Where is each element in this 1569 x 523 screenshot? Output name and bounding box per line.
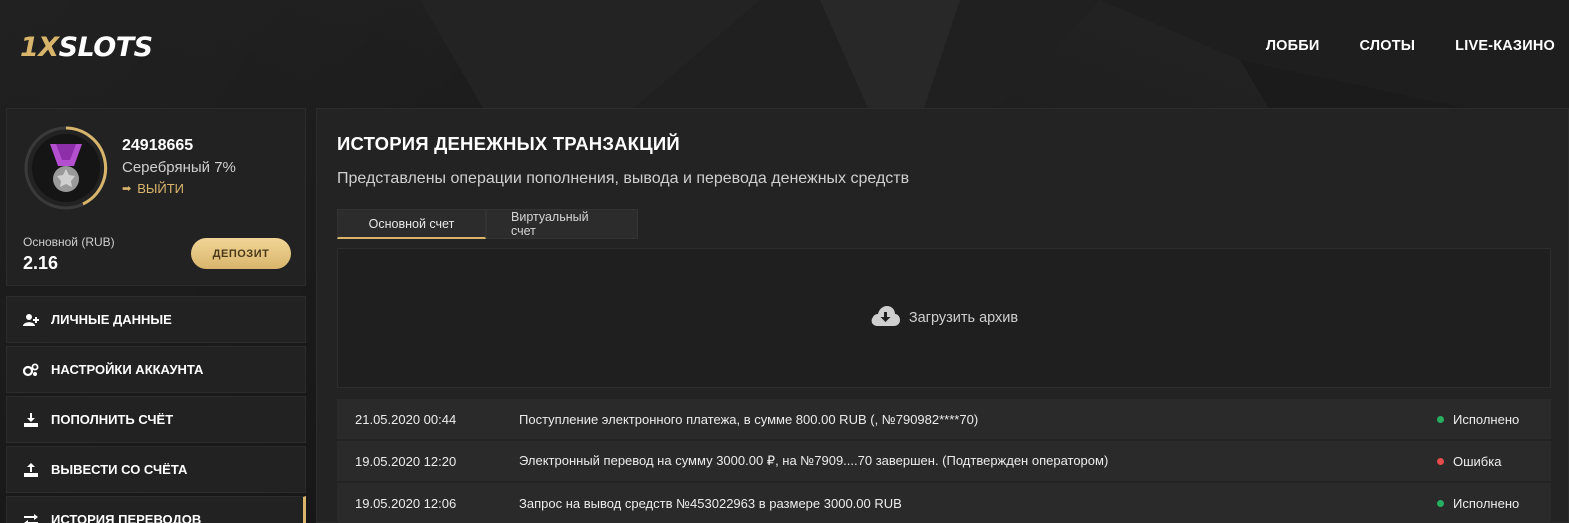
account-balance: 2.16 — [23, 253, 59, 273]
user-id: 24918665 — [122, 137, 194, 154]
sidebar-item-personal-data[interactable]: ЛИЧНЫЕ ДАННЫЕ — [6, 296, 306, 343]
account-tabs: Основной счет Виртуальный счет — [337, 209, 638, 239]
status-badge: Ошибка — [1437, 454, 1501, 469]
gears-icon — [23, 362, 39, 378]
nav-slots[interactable]: СЛОТЫ — [1360, 38, 1416, 54]
sidebar-item-label: ЛИЧНЫЕ ДАННЫЕ — [51, 312, 172, 327]
logo-part-1x: 1X — [20, 31, 59, 63]
tab-main-account[interactable]: Основной счет — [337, 209, 486, 239]
transaction-date: 21.05.2020 00:44 — [355, 411, 457, 427]
silver-medal-icon — [24, 126, 108, 210]
download-icon — [23, 412, 39, 428]
sidebar-item-withdraw[interactable]: ВЫВЕСТИ СО СЧЁТА — [6, 446, 306, 493]
status-text: Ошибка — [1453, 453, 1502, 469]
transfer-icon — [23, 512, 39, 523]
sidebar-item-deposit[interactable]: ПОПОЛНИТЬ СЧЁТ — [6, 396, 306, 443]
loyalty-level: Серебряный 7% — [122, 159, 236, 176]
logout-link[interactable]: ➡ ВЫЙТИ — [122, 181, 184, 196]
logout-label: ВЫЙТИ — [137, 181, 185, 196]
transactions-panel: ИСТОРИЯ ДЕНЕЖНЫХ ТРАНЗАКЦИЙ Представлены… — [316, 108, 1569, 523]
sidebar-item-label: НАСТРОЙКИ АККАУНТА — [51, 362, 204, 377]
page-title: ИСТОРИЯ ДЕНЕЖНЫХ ТРАНЗАКЦИЙ — [337, 133, 680, 154]
upload-icon — [23, 462, 39, 478]
sidebar-item-label: ВЫВЕСТИ СО СЧЁТА — [51, 462, 188, 477]
sidebar-item-label: ПОПОЛНИТЬ СЧЁТ — [51, 412, 174, 427]
sidebar-item-account-settings[interactable]: НАСТРОЙКИ АККАУНТА — [6, 346, 306, 393]
avatar — [23, 125, 109, 211]
status-text: Исполнено — [1453, 495, 1520, 511]
status-text: Исполнено — [1453, 411, 1520, 427]
status-badge: Исполнено — [1437, 412, 1519, 427]
sidebar-item-transfer-history[interactable]: ИСТОРИЯ ПЕРЕВОДОВ — [6, 496, 306, 523]
transaction-date: 19.05.2020 12:20 — [355, 453, 457, 469]
cloud-download-icon — [870, 305, 900, 331]
sidebar-item-label: ИСТОРИЯ ПЕРЕВОДОВ — [51, 512, 202, 523]
transactions-list: 21.05.2020 00:44 Поступление электронног… — [337, 399, 1551, 523]
page-subtitle: Представлены операции пополнения, вывода… — [337, 170, 910, 187]
top-nav: ЛОББИ СЛОТЫ LIVE-КАЗИНО — [1266, 38, 1555, 54]
status-dot-success — [1437, 415, 1444, 423]
table-row: 21.05.2020 00:44 Поступление электронног… — [337, 399, 1551, 439]
transaction-description: Электронный перевод на сумму 3000.00 ₽, … — [519, 453, 1109, 468]
site-header: 1X SLOTS ЛОББИ СЛОТЫ LIVE-КАЗИНО — [0, 0, 1569, 98]
profile-card: 24918665 Серебряный 7% ➡ ВЫЙТИ Основной … — [6, 108, 306, 286]
transaction-date: 19.05.2020 12:06 — [355, 495, 457, 511]
transaction-description: Запрос на вывод средств №453022963 в раз… — [519, 495, 902, 511]
account-label: Основной (RUB) — [23, 235, 115, 249]
status-badge: Исполнено — [1437, 496, 1519, 511]
logout-icon: ➡ — [122, 183, 132, 195]
status-dot-success — [1437, 499, 1444, 507]
nav-lobby[interactable]: ЛОББИ — [1266, 38, 1320, 54]
table-row: 19.05.2020 12:20 Электронный перевод на … — [337, 441, 1551, 481]
tab-virtual-account[interactable]: Виртуальный счет — [486, 209, 638, 239]
transaction-description: Поступление электронного платежа, в сумм… — [519, 411, 979, 427]
add-user-icon — [23, 312, 39, 328]
site-logo[interactable]: 1X SLOTS — [20, 30, 153, 64]
status-dot-error — [1437, 457, 1444, 465]
nav-live-casino[interactable]: LIVE-КАЗИНО — [1455, 38, 1555, 54]
table-row: 19.05.2020 12:06 Запрос на вывод средств… — [337, 483, 1551, 523]
load-archive-label: Загрузить архив — [908, 310, 1019, 326]
load-archive-button[interactable]: Загрузить архив — [337, 248, 1551, 388]
logo-part-slots: SLOTS — [58, 31, 154, 63]
deposit-button[interactable]: ДЕПОЗИТ — [191, 238, 291, 269]
